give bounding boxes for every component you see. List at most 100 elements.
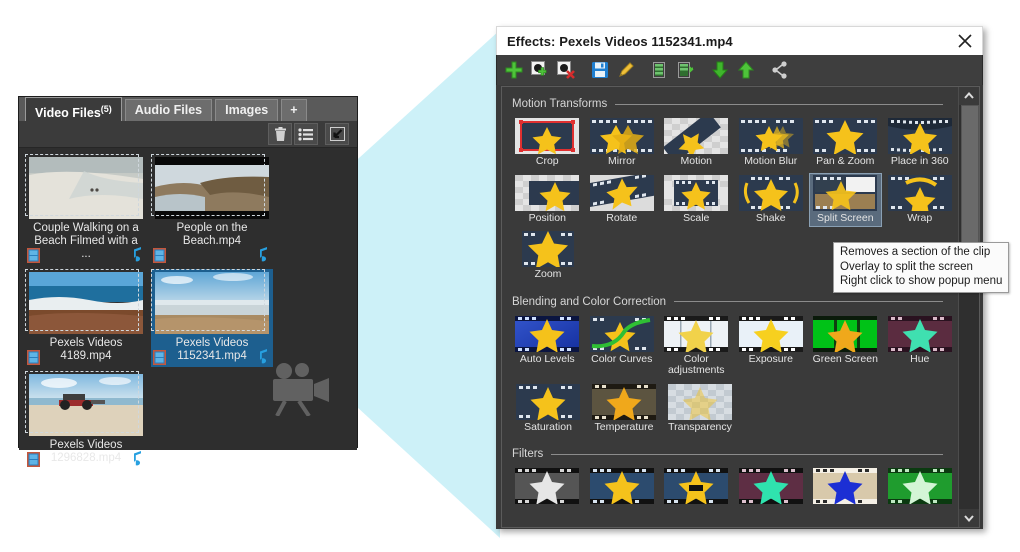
- save-preset-icon[interactable]: [587, 57, 613, 83]
- tab-video-files[interactable]: Video Files(5): [25, 97, 122, 121]
- collapse-icon[interactable]: [325, 123, 349, 145]
- effect-saturation-label: Saturation: [524, 420, 572, 433]
- add-keyframe-icon[interactable]: [527, 57, 553, 83]
- crop-thumb-icon: [515, 118, 580, 154]
- film-badge-icon: [153, 248, 166, 263]
- temperature-thumb-icon: [592, 383, 656, 420]
- effect-hue[interactable]: Hue: [884, 314, 957, 380]
- add-effect-icon[interactable]: [501, 57, 527, 83]
- scrollbar-track[interactable]: [959, 105, 979, 509]
- film-badge-icon: [27, 452, 40, 467]
- copy-effect-icon[interactable]: [647, 57, 673, 83]
- edit-icon[interactable]: [613, 57, 639, 83]
- effect-position-label: Position: [528, 211, 566, 224]
- zoom-thumb-icon: [522, 231, 574, 267]
- filter-blue-thumb-icon: [813, 468, 878, 504]
- effect-saturation[interactable]: Saturation: [511, 382, 585, 437]
- effect-filter-3[interactable]: [735, 466, 808, 509]
- move-down-icon[interactable]: [707, 57, 733, 83]
- effects-row: Saturation Temperature Transparency: [510, 381, 957, 438]
- effect-filter-1[interactable]: [586, 466, 659, 509]
- media-thumb-2-dashborder: [25, 269, 139, 331]
- effect-filter-5[interactable]: [884, 466, 957, 509]
- share-icon[interactable]: [767, 57, 793, 83]
- paste-effect-icon[interactable]: [673, 57, 699, 83]
- tab-add-new[interactable]: +: [281, 99, 307, 121]
- tab-audio-files[interactable]: Audio Files: [124, 99, 213, 121]
- effect-mirror[interactable]: Mirror: [586, 116, 659, 171]
- move-up-icon[interactable]: [733, 57, 759, 83]
- tab-images[interactable]: Images: [215, 99, 279, 121]
- group-title: Motion Transforms: [512, 98, 608, 110]
- effect-filter-4[interactable]: [809, 466, 882, 509]
- effect-exposure-label: Exposure: [748, 352, 793, 365]
- list-view-icon[interactable]: [294, 123, 318, 145]
- effect-motion-label: Motion: [680, 155, 712, 167]
- effect-split-screen[interactable]: Split Screen: [809, 172, 882, 227]
- group-header: Filters: [512, 445, 957, 463]
- effect-auto-levels[interactable]: Auto Levels: [511, 314, 584, 380]
- effect-motion[interactable]: Motion: [660, 116, 733, 171]
- effect-color-curves[interactable]: Color Curves: [586, 314, 659, 380]
- copy-glyph: [653, 62, 665, 78]
- film-badge-icon: [153, 350, 166, 365]
- effects-scrollbar[interactable]: [958, 87, 979, 527]
- media-thumb-0[interactable]: Couple Walking on a Beach Filmed with a …: [25, 154, 147, 265]
- scroll-up-icon[interactable]: [959, 87, 979, 105]
- scale-thumb-icon: [664, 174, 729, 211]
- effect-crop[interactable]: Crop: [511, 116, 584, 171]
- media-thumb-4-dashborder: [25, 371, 139, 433]
- auto-levels-thumb-icon: [515, 315, 580, 352]
- transparency-thumb-icon: [668, 383, 732, 420]
- effect-temperature-label: Temperature: [594, 420, 654, 433]
- media-thumb-1[interactable]: People on the Beach.mp4: [151, 154, 273, 265]
- effect-color-adjustments[interactable]: Color adjustments: [660, 314, 733, 380]
- tab-audio-files-label: Audio Files: [134, 103, 203, 117]
- chevron-down-glyph: [964, 515, 974, 522]
- effect-transparency[interactable]: Transparency: [663, 382, 737, 437]
- effect-green-screen-label: Green Screen: [812, 352, 878, 365]
- place-in-360-thumb-icon: [887, 118, 952, 154]
- delete-icon[interactable]: [268, 123, 292, 145]
- saturation-thumb-icon: [516, 383, 580, 420]
- effect-wrap-label: Wrap: [907, 211, 933, 224]
- effect-hue-label: Hue: [910, 352, 930, 365]
- tab-video-files-count: (5): [100, 104, 112, 114]
- split-screen-thumb-icon: [813, 174, 878, 211]
- effect-motion-blur[interactable]: Motion Blur: [735, 116, 808, 171]
- media-thumb-3[interactable]: Pexels Videos 1152341.mp4: [151, 269, 273, 367]
- effect-scale[interactable]: Scale: [660, 173, 733, 228]
- wrap-thumb-icon: [887, 174, 952, 211]
- media-thumb-2[interactable]: Pexels Videos 4189.mp4: [25, 269, 147, 367]
- trash-glyph: [274, 126, 286, 141]
- effect-tooltip: Removes a section of the clip Overlay to…: [833, 242, 1010, 293]
- close-icon[interactable]: [952, 29, 978, 53]
- effect-temperature[interactable]: Temperature: [587, 382, 661, 437]
- effect-pan-zoom[interactable]: Pan & Zoom: [809, 116, 882, 171]
- media-panel-toolbar: [19, 121, 357, 148]
- effect-zoom-label: Zoom: [534, 268, 562, 280]
- effect-place-in-360[interactable]: Place in 360: [884, 116, 957, 171]
- effect-zoom[interactable]: Zoom: [511, 229, 585, 284]
- effect-filter-0[interactable]: [511, 466, 584, 509]
- audio-note-badge-icon: [133, 247, 141, 262]
- effects-row: Auto Levels Color Curves Color adjustmen…: [510, 313, 957, 381]
- motion-thumb-icon: [664, 118, 729, 154]
- effect-filter-2[interactable]: [660, 466, 733, 509]
- media-thumb-4[interactable]: Pexels Videos 1296828.mp4: [25, 371, 147, 469]
- effect-position[interactable]: Position: [511, 173, 584, 228]
- effect-shake[interactable]: Shake: [735, 173, 808, 228]
- media-tabbar: Video Files(5) Audio Files Images +: [19, 97, 357, 121]
- effect-green-screen[interactable]: Green Screen: [809, 314, 882, 380]
- effects-body: Motion Transforms Crop Mirror Motion Mot…: [501, 86, 980, 528]
- tooltip-line-1: Overlay to split the screen: [840, 260, 973, 273]
- scroll-down-icon[interactable]: [959, 509, 979, 527]
- effect-rotate[interactable]: Rotate: [586, 173, 659, 228]
- group-header: Motion Transforms: [512, 95, 957, 113]
- effect-color-curves-label: Color Curves: [591, 352, 653, 365]
- effects-row: [510, 465, 957, 510]
- effect-exposure[interactable]: Exposure: [735, 314, 808, 380]
- effect-wrap[interactable]: Wrap: [884, 173, 957, 228]
- color-curves-thumb-icon: [589, 315, 654, 352]
- remove-keyframe-icon[interactable]: [553, 57, 579, 83]
